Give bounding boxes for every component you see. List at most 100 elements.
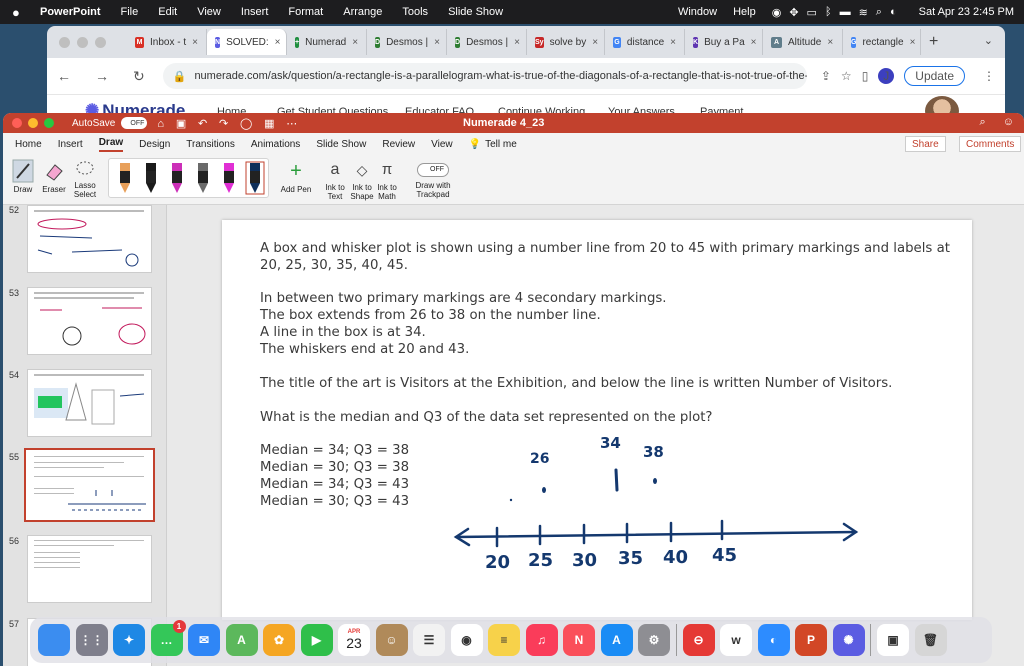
more-icon[interactable]: ⋯ [286,118,297,130]
browser-tab[interactable]: Grectangle × [843,29,921,55]
pen-icon[interactable] [219,161,239,195]
bookmark-star-icon[interactable]: ☆ [841,69,852,83]
pen-icon[interactable] [193,161,213,195]
tab-close-icon[interactable]: × [352,37,358,48]
ppt-search-icon[interactable]: ⌕ [980,116,986,128]
share-button[interactable]: Share [905,136,946,152]
slide-thumb-55[interactable] [24,448,155,522]
dock-preview-icon[interactable]: ▣ [877,624,909,656]
dock-system-preferences-icon[interactable]: ⚙ [638,624,670,656]
tab-transitions[interactable]: Transitions [186,139,235,150]
browser-tab[interactable]: D Desmos | × [367,29,447,55]
apple-icon[interactable]: ● [12,5,26,20]
dock-numerade-app-icon[interactable]: ✺ [832,624,865,656]
pen-icon[interactable] [115,161,135,195]
browser-tab[interactable]: M Inbox - t × [127,29,207,55]
display-icon[interactable]: ▭ [807,6,817,19]
bluetooth-icon[interactable]: ᛒ [825,6,832,18]
dock-chrome-icon[interactable]: ◉ [450,624,483,656]
browser-tab[interactable]: K Buy a Pa × [685,29,763,55]
menu-tools[interactable]: Tools [402,6,428,18]
url-input[interactable]: 🔒 numerade.com/ask/question/a-rectangle-… [162,63,807,89]
battery-icon[interactable]: ▬ [840,6,851,18]
menu-help[interactable]: Help [733,6,756,18]
tab-close-icon[interactable]: × [275,37,281,48]
draw-tool-button[interactable]: Draw [10,159,36,194]
lasso-select-button[interactable]: Lasso Select [70,159,100,199]
tab-close-icon[interactable]: × [827,37,833,48]
dock-trash-icon[interactable]: 🗑 [914,624,947,656]
sidebar-icon[interactable]: ▯ [862,69,869,83]
new-tab-icon[interactable]: + [929,33,938,51]
pen-icon[interactable] [167,161,187,195]
pen-icon[interactable] [245,161,265,195]
dock-news-icon[interactable]: N [563,624,595,656]
more-menu-icon[interactable]: ⋮ [983,69,995,83]
dock-facetime-icon[interactable]: ▶ [300,624,333,656]
slide-canvas[interactable]: A box and whisker plot is shown using a … [222,220,972,620]
browser-tab[interactable]: D Desmos | × [447,29,527,55]
dock-maps-icon[interactable]: A [225,624,258,656]
browser-tab[interactable]: Sy solve by × [527,29,605,55]
ppt-zoom-icon[interactable] [44,118,54,128]
minimize-window-icon[interactable] [77,36,88,48]
pen-icon[interactable] [141,161,161,195]
home-icon[interactable]: ⌂ [157,118,164,130]
tab-close-icon[interactable]: × [670,37,676,48]
dock-zoom-app-icon[interactable]: ◐ [757,624,790,656]
redo-icon[interactable]: ↷ [219,118,228,130]
menu-edit[interactable]: Edit [158,6,177,18]
ink-to-shape-button[interactable]: ◇ Ink to Shape [349,159,375,201]
menu-arrange[interactable]: Arrange [343,6,382,18]
record-slide-icon[interactable]: ◯ [240,118,252,130]
ink-to-math-button[interactable]: π Ink to Math [375,159,399,201]
tab-insert[interactable]: Insert [58,139,83,150]
menu-file[interactable]: File [121,6,139,18]
dock-music-icon[interactable]: ♫ [525,624,558,656]
profile-avatar[interactable]: J [878,68,895,84]
dock-finder-icon[interactable] [38,624,70,656]
menu-app-name[interactable]: PowerPoint [40,6,101,18]
tab-close-icon[interactable]: × [192,37,198,48]
browser-tab[interactable]: Gdistance × [605,29,685,55]
eraser-button[interactable]: Eraser [40,159,68,194]
menu-window[interactable]: Window [678,6,717,18]
browser-tab[interactable]: A Altitude × [763,29,843,55]
save-icon[interactable]: ▣ [176,118,186,130]
draw-with-trackpad-button[interactable]: OFF Draw with Trackpad [411,159,455,199]
dock-reminders-icon[interactable]: ☰ [413,624,445,656]
menu-view[interactable]: View [197,6,221,18]
dock-calendar-icon[interactable]: APR 23 [338,624,370,656]
dropbox-icon[interactable]: ✥ [789,6,798,19]
ppt-minimize-icon[interactable] [28,118,38,128]
menu-format[interactable]: Format [288,6,323,18]
record-icon[interactable]: ◉ [772,6,782,19]
comments-button[interactable]: Comments [959,136,1022,152]
tab-close-icon[interactable]: × [751,37,757,48]
slide-thumb-54[interactable] [27,369,152,437]
menu-insert[interactable]: Insert [241,6,269,18]
back-icon[interactable]: ← [57,68,71,84]
dock-app-store-icon[interactable]: A [600,624,633,656]
dock-no-entry-icon[interactable]: ⊖ [682,624,715,656]
tab-close-icon[interactable]: × [592,37,598,48]
browser-tab[interactable]: N SOLVED: × [207,29,287,55]
dock-safari-icon[interactable]: ✦ [113,624,145,656]
tab-review[interactable]: Review [382,139,415,150]
tab-design[interactable]: Design [139,139,170,150]
browser-tab[interactable]: + Numerad × [287,29,367,55]
ppt-close-icon[interactable] [12,118,22,128]
close-window-icon[interactable] [59,36,70,48]
ink-to-text-button[interactable]: a Ink to Text [323,159,347,201]
dock-webex-icon[interactable]: w [720,624,752,656]
slide-thumb-52[interactable] [27,205,152,273]
wifi-icon[interactable]: ≋ [859,6,868,19]
zoom-window-icon[interactable] [95,36,106,48]
autosave-toggle[interactable]: OFF [121,117,148,129]
present-icon[interactable]: ▦ [264,118,274,130]
search-icon[interactable]: ⌕ [876,6,882,19]
undo-icon[interactable]: ↶ [198,118,207,130]
tab-slide-show[interactable]: Slide Show [316,139,366,150]
dock-messages-icon[interactable]: … 1 [150,620,186,656]
dock-launchpad-icon[interactable]: ⋮⋮ [75,624,108,656]
